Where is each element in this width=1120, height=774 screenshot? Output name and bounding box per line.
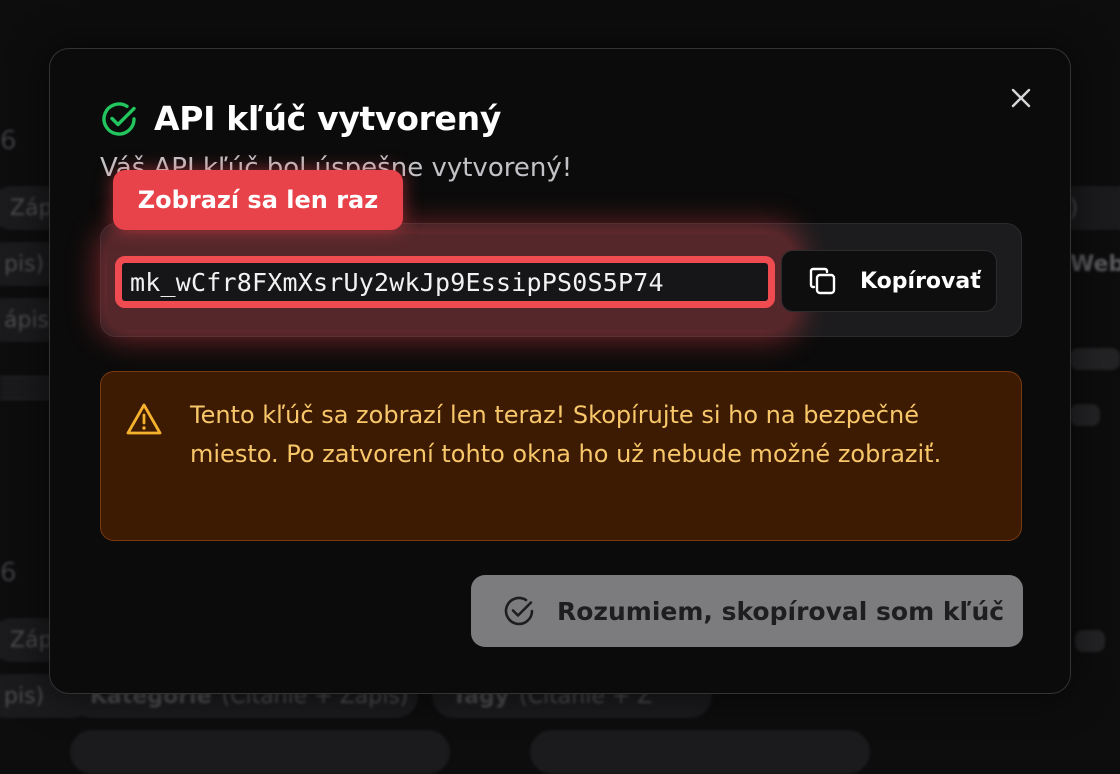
warning-alert: Tento kľúč sa zobrazí len teraz! Skopíru…: [100, 371, 1022, 541]
copy-icon: [809, 267, 836, 295]
bg-number: 6: [0, 558, 17, 588]
close-button[interactable]: [1008, 85, 1034, 111]
api-key-created-dialog: API kľúč vytvorený Váš API kľúč bol úspe…: [49, 48, 1071, 694]
warning-triangle-icon: [126, 403, 162, 435]
acknowledge-button-label: Rozumiem, skopíroval som kľúč: [557, 596, 1005, 626]
acknowledge-button[interactable]: Rozumiem, skopíroval som kľúč: [471, 575, 1023, 647]
close-icon: [1011, 88, 1031, 108]
warning-text: Tento kľúč sa zobrazí len teraz! Skopíru…: [190, 401, 942, 468]
api-key-container: mk_wCfr8FXmXsrUy2wkJp9EssipPS0S5P74 Kopí…: [100, 223, 1022, 337]
api-key-field[interactable]: mk_wCfr8FXmXsrUy2wkJp9EssipPS0S5P74: [115, 256, 775, 308]
check-circle-icon: [102, 101, 136, 136]
copy-button-label: Kopírovať: [860, 268, 981, 294]
shown-once-badge: Zobrazí sa len raz: [113, 170, 403, 230]
dialog-header: API kľúč vytvorený: [100, 99, 501, 138]
bg-number: 6: [0, 126, 17, 156]
dialog-title: API kľúč vytvorený: [154, 99, 502, 138]
check-circle-icon: [504, 596, 534, 626]
copy-button[interactable]: Kopírovať: [781, 250, 997, 312]
